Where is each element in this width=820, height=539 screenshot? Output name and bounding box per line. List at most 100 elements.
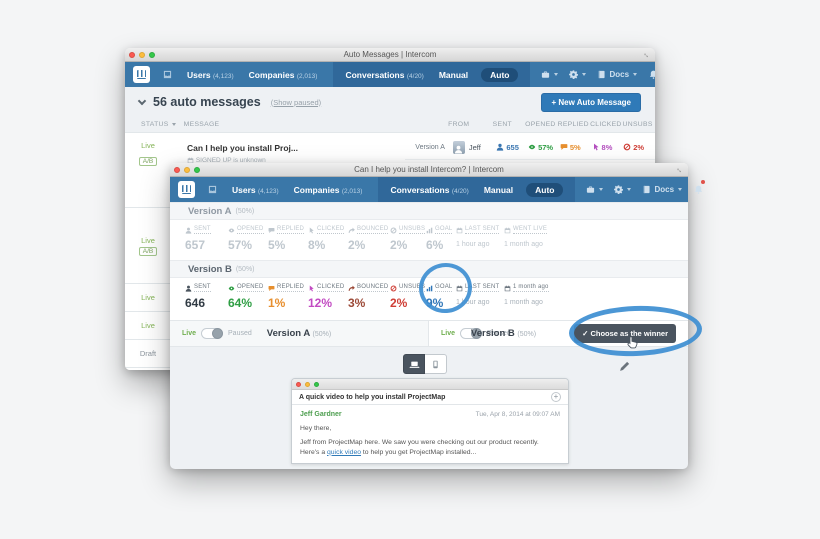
notifications-bell[interactable]: [694, 179, 706, 199]
nav-right-icons: Docs: [530, 66, 655, 84]
cursor-icon: [308, 285, 315, 292]
nav-conversations-group: Conversations (4/20) Manual Auto: [333, 62, 531, 87]
status-badge: Live: [141, 235, 155, 245]
notifications-bell[interactable]: [649, 66, 655, 84]
minimize-window-button[interactable]: [184, 166, 190, 173]
docs-menu[interactable]: Docs: [597, 70, 638, 79]
reply-bubble-icon: [560, 143, 568, 151]
email-body: Jeff Gardner Tue, Apr 8, 2014 at 09:07 A…: [292, 405, 568, 463]
inbox-icon[interactable]: [208, 181, 217, 199]
stat-replied: REPLIED 1%: [268, 284, 305, 310]
laptop-icon: [409, 359, 420, 370]
status-badge: Live A/B: [125, 141, 171, 168]
close-window-button[interactable]: [129, 51, 135, 58]
ab-test-badge: A/B: [138, 246, 158, 256]
stat-unsubs: UNSUBS 2%: [390, 226, 426, 252]
nav-conversations[interactable]: Conversations (4/20): [390, 185, 468, 195]
stat-goal: GOAL 6%: [426, 226, 453, 252]
quick-video-link[interactable]: quick video: [327, 449, 361, 456]
docs-menu[interactable]: Docs: [642, 185, 683, 194]
caret-down-icon: [599, 188, 604, 191]
message-preview-area: A quick video to help you install Projec…: [170, 347, 688, 469]
stat-clicked: CLICKED 8%: [308, 226, 345, 252]
email-sender: Jeff Gardner: [300, 411, 342, 418]
column-sent: SENT: [492, 121, 512, 128]
live-paused-toggle[interactable]: [460, 328, 483, 339]
email-date: Tue, Apr 8, 2014 at 09:07 AM: [475, 411, 560, 418]
zoom-window-button[interactable]: [149, 51, 155, 58]
nav-right-icons: Docs: [575, 179, 706, 199]
eye-icon: [228, 227, 235, 234]
top-nav: Users (4,123) Companies (2,013) Conversa…: [170, 177, 706, 202]
nav-manual[interactable]: Manual: [439, 70, 468, 80]
nav-manual[interactable]: Manual: [484, 185, 513, 195]
nav-users[interactable]: Users (4,123): [187, 70, 234, 80]
live-paused-toggle[interactable]: [201, 328, 224, 339]
caret-down-icon: [554, 73, 559, 76]
zoom-window-button[interactable]: [194, 166, 200, 173]
column-status[interactable]: STATUS: [141, 121, 184, 128]
eye-icon: [228, 285, 235, 292]
apps-menu[interactable]: [541, 70, 559, 79]
unsubscribe-icon: [390, 285, 397, 292]
collapse-chevron-icon[interactable]: [137, 96, 147, 105]
person-icon: [496, 143, 504, 151]
status-badge: Live: [141, 321, 155, 330]
reply-bubble-icon: [268, 285, 275, 292]
intercom-logo-glyph: [182, 185, 191, 194]
intercom-logo-glyph: [137, 70, 146, 79]
mobile-preview-button[interactable]: [425, 354, 447, 374]
email-subject-row: A quick video to help you install Projec…: [292, 390, 568, 405]
minimize-icon: [305, 381, 310, 387]
nav-conversations[interactable]: Conversations (4/20): [345, 70, 423, 80]
nav-companies[interactable]: Companies (2,013): [249, 70, 318, 80]
email-subject: A quick video to help you install Projec…: [299, 393, 446, 401]
intercom-logo[interactable]: [133, 66, 150, 83]
resize-icon[interactable]: ↔: [674, 163, 686, 175]
caret-down-icon: [678, 188, 683, 191]
caret-down-icon: [633, 73, 638, 76]
goal-chart-icon: [426, 227, 433, 234]
column-clicked: CLICKED: [590, 121, 622, 128]
toggle-knob: [471, 328, 483, 339]
person-icon: [185, 227, 192, 234]
unsubscribe-icon: [390, 227, 397, 234]
nav-conversations-group: Conversations (4/20) Manual Auto: [378, 177, 576, 202]
resize-icon[interactable]: ↔: [641, 48, 653, 60]
column-opened: OPENED: [525, 121, 556, 128]
stat-opened: OPENED 57%: [228, 226, 264, 252]
nav-auto[interactable]: Auto: [526, 182, 564, 197]
desktop-preview-button[interactable]: [403, 354, 425, 374]
nav-auto[interactable]: Auto: [481, 67, 519, 82]
expand-plus-button[interactable]: +: [551, 392, 561, 402]
bounce-icon: [348, 285, 355, 292]
nav-users[interactable]: Users (4,123): [232, 185, 279, 195]
avatar: [452, 140, 465, 154]
apps-menu[interactable]: [586, 185, 604, 194]
hand-cursor-icon: [626, 335, 639, 355]
nav-companies[interactable]: Companies (2,013): [294, 185, 363, 195]
close-window-button[interactable]: [174, 166, 180, 173]
minimize-window-button[interactable]: [139, 51, 145, 58]
window-titlebar: Auto Messages | Intercom ↔: [125, 48, 655, 62]
caret-down-icon: [627, 188, 632, 191]
message-title[interactable]: Can I help you install Proj...: [187, 143, 298, 153]
top-nav: Users (4,123) Companies (2,013) Conversa…: [125, 62, 655, 87]
show-paused-link[interactable]: (Show paused): [271, 98, 321, 107]
settings-menu[interactable]: [569, 70, 587, 79]
stat-sent: SENT 657: [185, 226, 211, 252]
calendar-icon: [456, 227, 463, 234]
stat-went-live: 1 month ago 1 month ago: [504, 284, 549, 306]
calendar-icon: [504, 285, 511, 292]
version-a-row[interactable]: Version A Jeff 655 57% 5% 8% 2%: [405, 136, 655, 158]
edit-pencil-icon[interactable]: [619, 358, 630, 376]
reply-bubble-icon: [268, 227, 275, 234]
inbox-icon[interactable]: [163, 66, 172, 84]
settings-menu[interactable]: [614, 185, 632, 194]
intercom-logo[interactable]: [178, 181, 195, 198]
auto-messages-count: 56 auto messages: [153, 95, 261, 109]
new-auto-message-button[interactable]: + New Auto Message: [541, 92, 641, 112]
column-message: MESSAGE: [183, 121, 220, 128]
stat-clicked: CLICKED 12%: [308, 284, 345, 310]
column-from: FROM: [448, 121, 470, 128]
